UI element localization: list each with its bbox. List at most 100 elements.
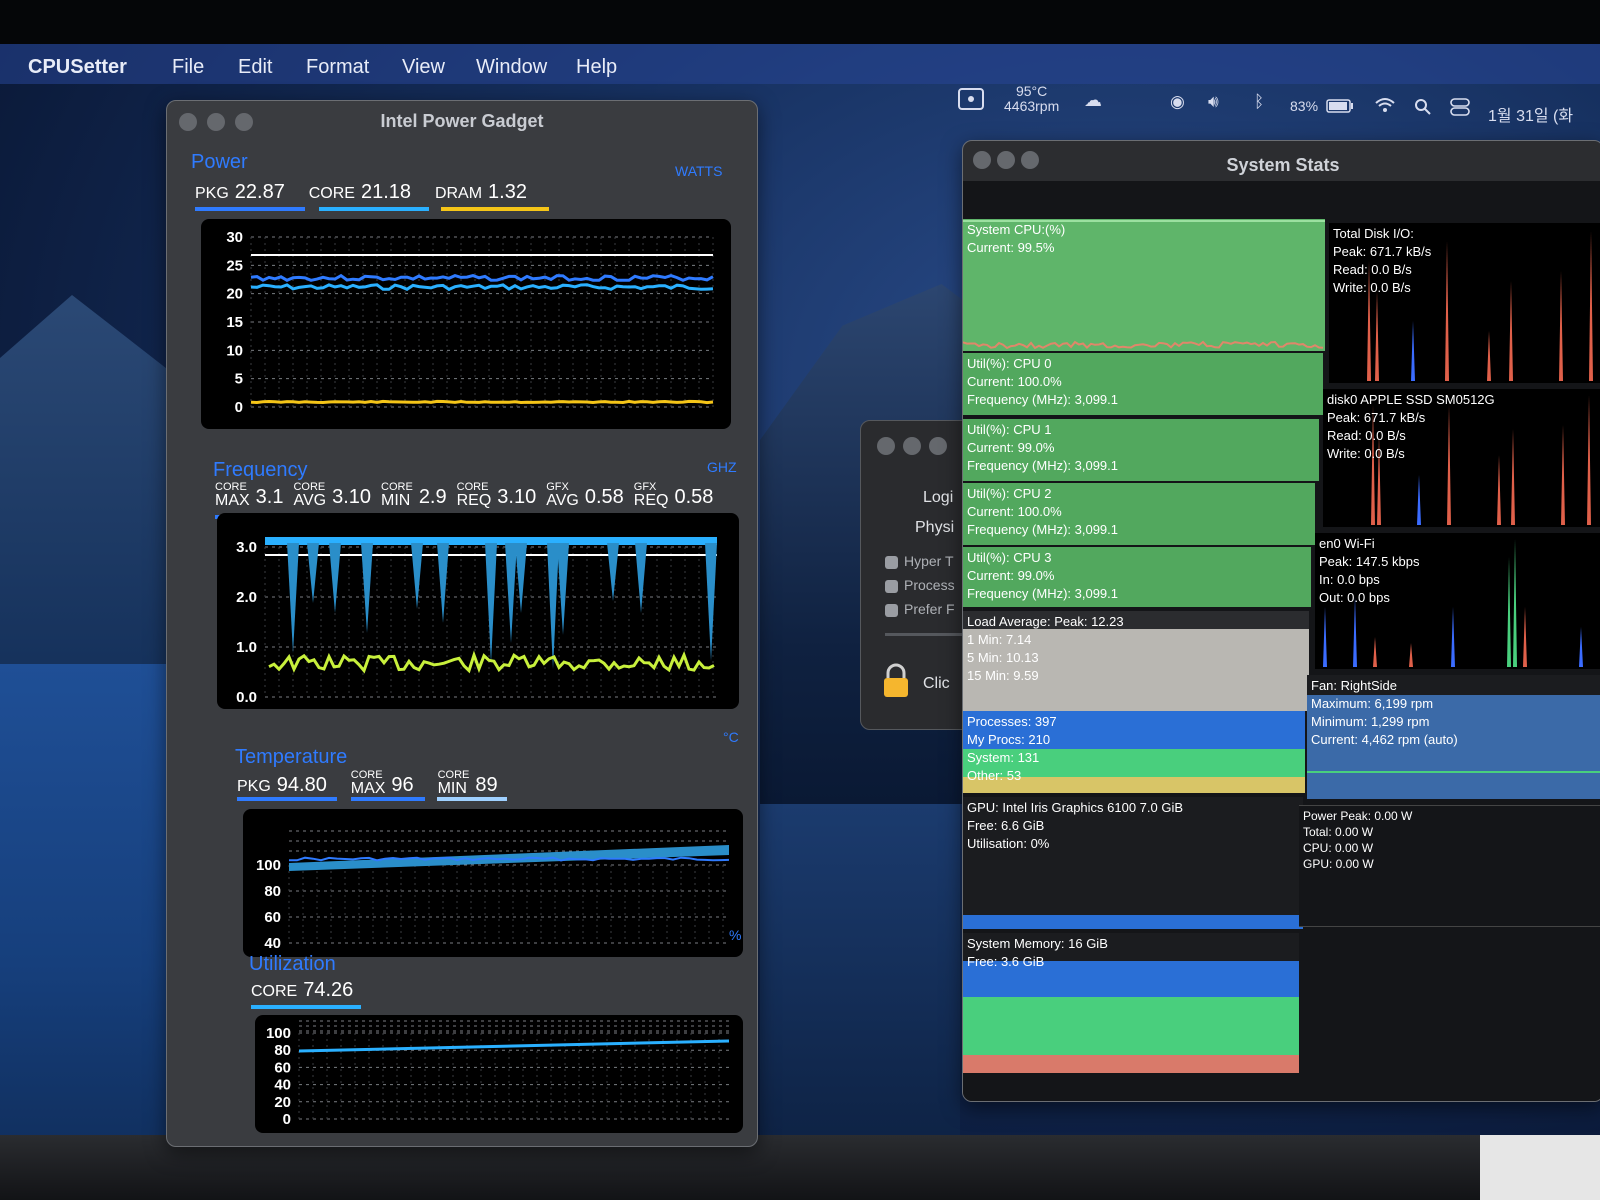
freq-dip: [505, 543, 517, 643]
dialog-close-button[interactable]: [877, 437, 895, 455]
temp-pkg-label: PKG: [237, 778, 271, 795]
frequency-unit: GHZ: [707, 459, 737, 475]
io-spike: [1373, 637, 1377, 667]
power-tick-label: 30: [226, 229, 243, 246]
menu-bar: CPUSetter File Edit Format View Window H…: [0, 44, 1600, 84]
load-average-panel: Load Average: Peak: 12.23 1 Min: 7.14 5 Mi…: [963, 611, 1309, 711]
temperature-chart: 100 80 60 40: [243, 809, 743, 957]
rpm-readout: 4463rpm: [1004, 98, 1060, 114]
frequency-tick-label: 0.0: [236, 689, 257, 706]
menu-view[interactable]: View: [402, 56, 445, 79]
freq-dip: [547, 543, 559, 669]
dram-label: DRAM: [434, 185, 483, 202]
cpu-monitor-icon[interactable]: [958, 88, 984, 113]
utilization-tick-label: 0: [283, 1111, 291, 1128]
core-label: CORE: [308, 185, 355, 202]
prefer-checkbox[interactable]: Prefer F: [885, 601, 955, 617]
menu-format[interactable]: Format: [306, 56, 369, 79]
freq-label-5: GFX REQ: [633, 481, 669, 509]
title-bar[interactable]: Intel Power Gadget: [167, 101, 757, 135]
cpu2-panel: Util(%): CPU 2 Current: 100.0% Frequency (…: [963, 483, 1315, 545]
utilization-tick-label: 100: [266, 1025, 291, 1042]
frequency-tick-label: 1.0: [236, 639, 257, 656]
temp-pkg-value: 94.80: [276, 774, 327, 796]
io-spike: [1409, 643, 1413, 667]
freq-value-2: 2.9: [418, 486, 447, 508]
power-tick-label: 10: [226, 342, 243, 359]
freq-value-1: 3.10: [332, 486, 372, 508]
menu-help[interactable]: Help: [576, 56, 617, 79]
fan-panel: Fan: RightSide Maximum: 6,199 rpm Minimum:…: [1307, 675, 1600, 799]
temp-readout: 95°C: [1015, 83, 1048, 99]
hyperthreading-checkbox[interactable]: Hyper T: [885, 553, 954, 569]
frequency-section-title: Frequency: [213, 459, 308, 481]
gpu-panel: GPU: Intel Iris Graphics 6100 7.0 GiB Fre…: [963, 797, 1303, 929]
temp-max-value: 96: [391, 774, 414, 796]
temp-rpm-readout[interactable]: 95°C 4463rpm: [1004, 84, 1059, 114]
volume-icon[interactable]: 🔊︎: [1208, 92, 1219, 112]
dram-power-value: 1.32: [488, 181, 527, 203]
io-spike: [1579, 627, 1583, 667]
io-spike: [1375, 291, 1379, 381]
temp-max-underline: [351, 797, 425, 801]
temperature-section-title: Temperature: [235, 746, 348, 768]
frequency-tick-label: 2.0: [236, 589, 257, 606]
control-center-icon[interactable]: [1450, 98, 1470, 119]
power-tick-label: 5: [235, 371, 243, 388]
utilization-chart: 100 80 60 40 20 0: [255, 1015, 743, 1133]
battery-icon[interactable]: [1326, 99, 1354, 116]
temperature-readouts: PKG 94.80 CORE MAX 96 CORE MIN 89: [237, 769, 518, 797]
freq-dip: [411, 543, 423, 609]
freq-dip: [287, 543, 299, 653]
core-underline: [319, 207, 429, 211]
frequency-tick-label: 3.0: [236, 539, 257, 556]
utilization-unit: %: [729, 927, 742, 943]
menubar-clock[interactable]: 1월 31일 (화: [1488, 102, 1573, 126]
freq-value-0: 3.1: [255, 486, 284, 508]
spotlight-search-icon[interactable]: [1414, 98, 1432, 119]
menu-edit[interactable]: Edit: [238, 56, 272, 79]
lock-icon[interactable]: [881, 663, 911, 704]
dialog-physical-label: Physi: [915, 519, 955, 536]
battery-percent[interactable]: 83%: [1290, 98, 1318, 114]
menu-file[interactable]: File: [172, 56, 204, 79]
dram-power-line: [250, 399, 714, 405]
freq-label-1: CORE AVG: [293, 481, 327, 509]
freq-label-2: CORE MIN: [381, 481, 413, 509]
power-tick-label: 15: [226, 314, 243, 331]
bluetooth-icon[interactable]: ᛒ: [1254, 92, 1264, 112]
power-tick-label: 0: [235, 399, 243, 416]
power-readouts: PKG 22.87 CORE 21.18 DRAM 1.32: [195, 181, 547, 204]
utilization-readouts: CORE 74.26: [251, 979, 373, 1002]
util-core-label: CORE: [251, 983, 298, 1000]
ss-window-title: System Stats: [1226, 155, 1340, 175]
dialog-zoom-button[interactable]: [929, 437, 947, 455]
dialog-minimize-button[interactable]: [903, 437, 921, 455]
menu-window[interactable]: Window: [476, 56, 547, 79]
freq-dip: [607, 543, 619, 601]
io-spike: [1561, 425, 1565, 525]
freq-value-5: 0.58: [674, 486, 714, 508]
wifi-icon[interactable]: [1374, 96, 1396, 119]
app-menu[interactable]: CPUSetter: [28, 56, 127, 79]
disk-io-panel: Total Disk I/O: Peak: 671.7 kB/s Read: 0.0…: [1329, 223, 1600, 383]
freq-label-3: CORE REQ: [456, 481, 492, 509]
cloud-icon[interactable]: ☁: [1084, 90, 1102, 111]
freq-label-0: CORE MAX: [215, 481, 250, 509]
freq-dip: [485, 543, 497, 663]
system-stats-window: System Stats System CPU:(%) Current: 99.5…: [962, 140, 1600, 1102]
power-stats-panel: Power Peak: 0.00 W Total: 0.00 W CPU: 0.00…: [1299, 805, 1600, 927]
power-section-title: Power: [191, 151, 248, 173]
temp-pkg-underline: [237, 797, 337, 801]
processes-panel: Processes: 397 My Procs: 210 System: 131 Ot…: [963, 711, 1305, 793]
dialog-click-text: Clic: [923, 675, 950, 692]
pkg-underline: [195, 207, 305, 211]
utilization-section-title: Utilization: [249, 953, 336, 975]
user-icon[interactable]: ◉: [1170, 92, 1185, 112]
temp-min-underline: [437, 797, 507, 801]
utilization-tick-label: 80: [274, 1042, 291, 1059]
io-spike: [1589, 231, 1593, 381]
freq-value-3: 3.10: [497, 486, 537, 508]
io-spike: [1587, 395, 1591, 525]
process-checkbox[interactable]: Process: [885, 577, 955, 593]
